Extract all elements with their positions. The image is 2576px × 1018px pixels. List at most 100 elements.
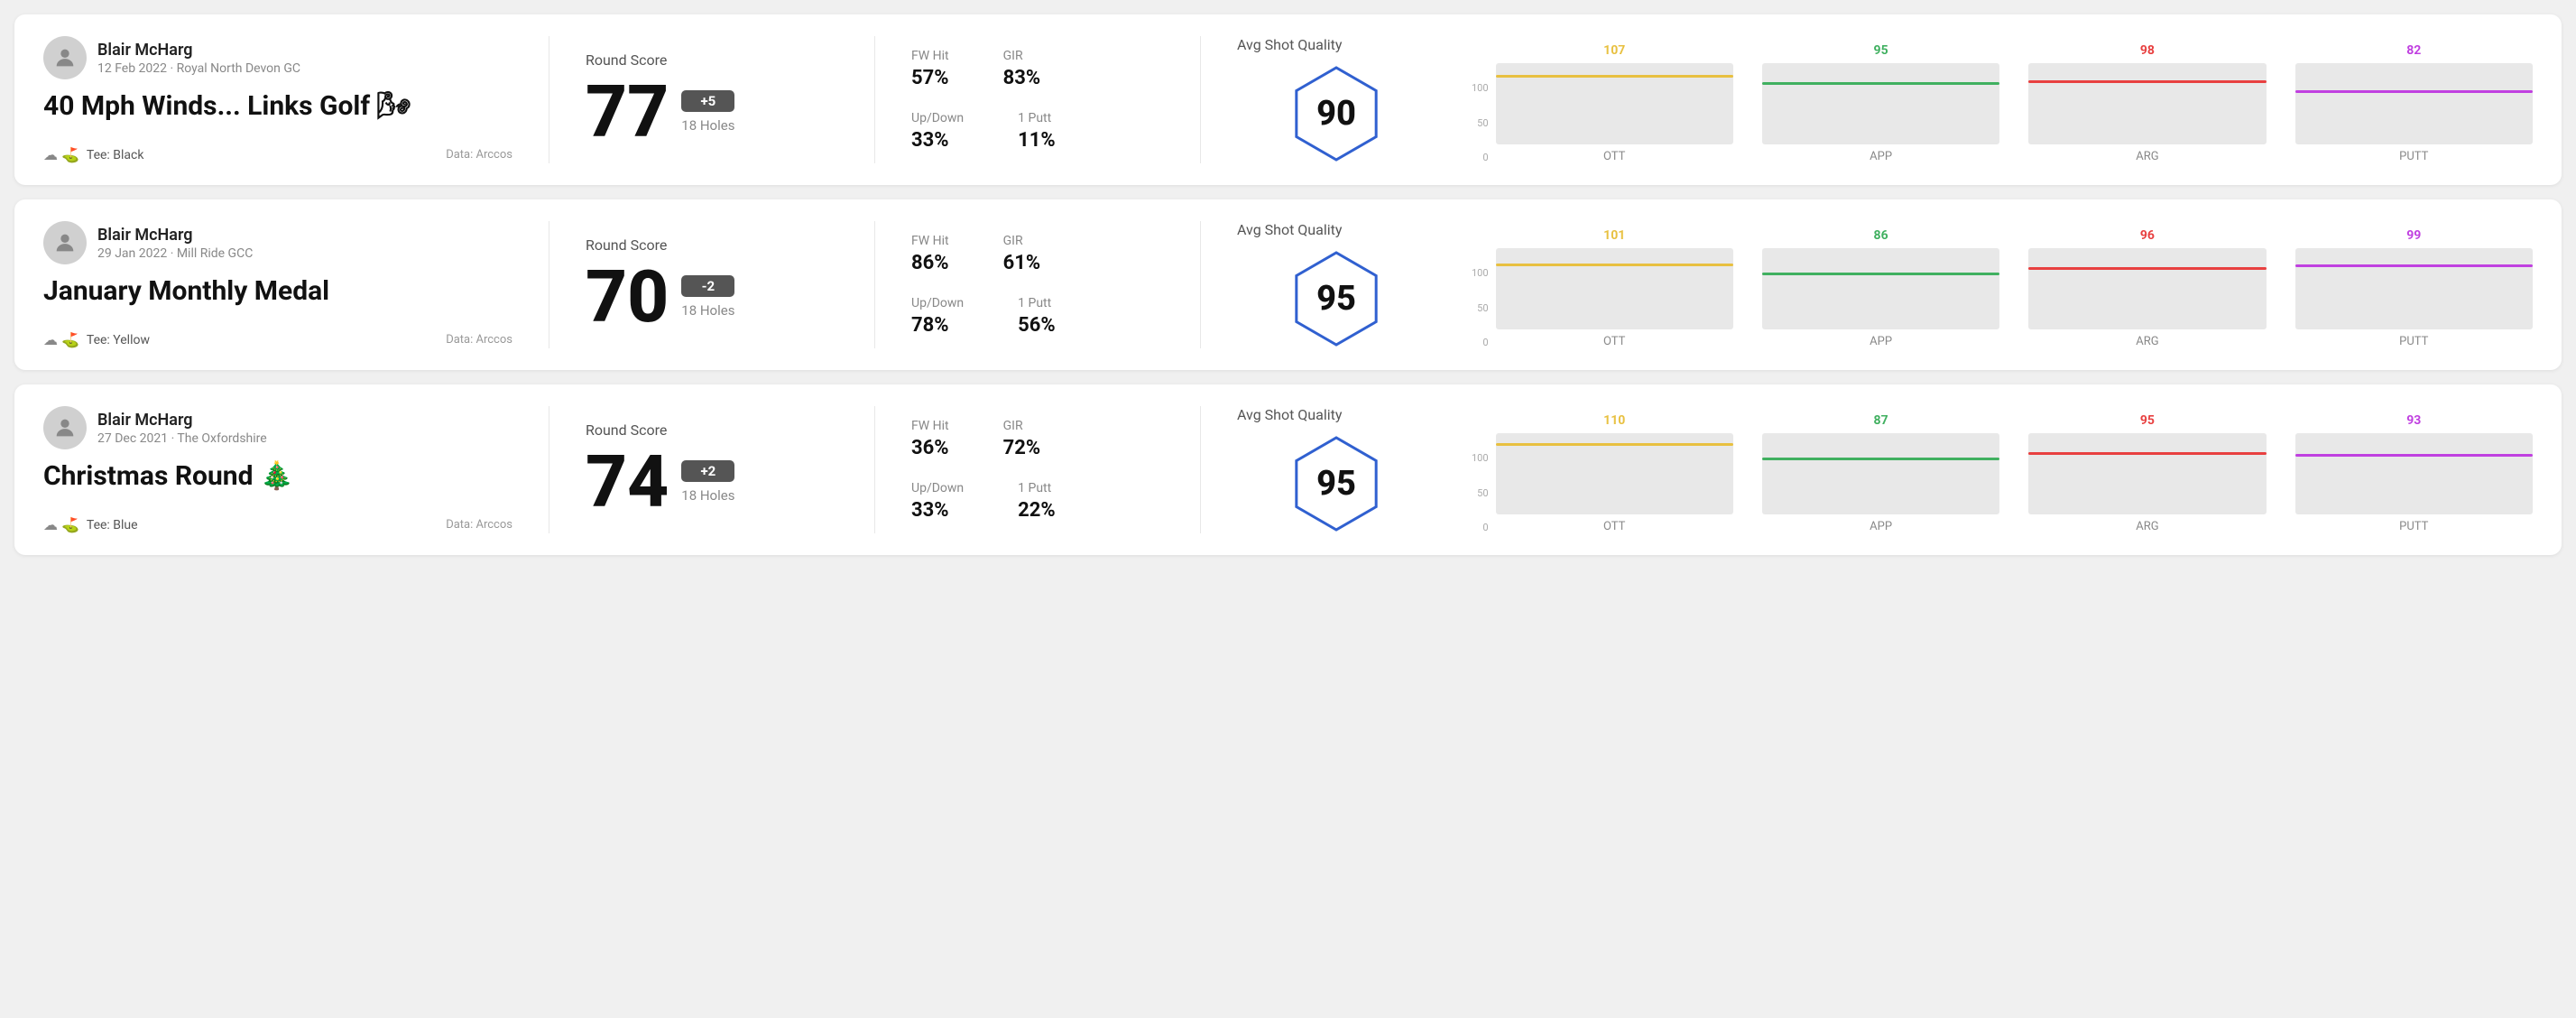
card-footer-round2: ☁ ⛳ Tee: Yellow Data: Arccos bbox=[43, 331, 512, 348]
stats-row-bot-round3: Up/Down 33% 1 Putt 22% bbox=[911, 481, 1164, 522]
oneputt-value-round1: 11% bbox=[1018, 129, 1056, 152]
bar-axis-label-1: APP bbox=[1870, 520, 1892, 533]
updown-label-round3: Up/Down bbox=[911, 481, 964, 495]
bar-container-3: 99 bbox=[2295, 248, 2533, 329]
bar-value-1: 95 bbox=[1874, 43, 1888, 58]
updown-stat-round2: Up/Down 78% bbox=[911, 296, 964, 337]
updown-value-round3: 33% bbox=[911, 499, 964, 522]
oneputt-value-round2: 56% bbox=[1018, 314, 1056, 337]
divider-mid-round3 bbox=[874, 406, 875, 533]
score-row-round1: 77 +5 18 Holes bbox=[586, 76, 838, 148]
holes-text-round3: 18 Holes bbox=[681, 487, 734, 504]
y-axis: 100 50 0 bbox=[1472, 82, 1489, 163]
bar-line-0 bbox=[1496, 443, 1733, 446]
bar-container-3: 93 bbox=[2295, 433, 2533, 514]
card-left-round2: Blair McHarg 29 Jan 2022 · Mill Ride GCC… bbox=[43, 221, 512, 348]
bar-container-0: 110 bbox=[1496, 433, 1733, 514]
bar-axis-label-3: PUTT bbox=[2399, 335, 2428, 348]
bar-group-arg: 96 ARG bbox=[2028, 248, 2266, 348]
gir-stat-round1: GIR 83% bbox=[1003, 49, 1041, 89]
fw-hit-value-round3: 36% bbox=[911, 437, 949, 459]
gir-stat-round3: GIR 72% bbox=[1003, 419, 1041, 459]
score-section-round3: Round Score 74 +2 18 Holes bbox=[586, 406, 838, 533]
user-date-round2: 29 Jan 2022 · Mill Ride GCC bbox=[97, 246, 253, 261]
avatar-icon bbox=[52, 45, 78, 70]
updown-value-round1: 33% bbox=[911, 129, 964, 152]
user-text-round1: Blair McHarg 12 Feb 2022 · Royal North D… bbox=[97, 41, 300, 76]
score-badge-round1: +5 bbox=[681, 90, 734, 112]
score-label-round1: Round Score bbox=[586, 51, 838, 69]
bar-container-1: 95 bbox=[1762, 63, 1999, 144]
fw-hit-label-round3: FW Hit bbox=[911, 419, 949, 433]
chart-section-round1: 100 50 0 107 OTT 95 APP 98 bbox=[1436, 36, 2533, 163]
bar-line-0 bbox=[1496, 264, 1733, 266]
bar-group-ott: 107 OTT bbox=[1496, 63, 1733, 163]
bar-group-putt: 93 PUTT bbox=[2295, 433, 2533, 533]
bar-line-1 bbox=[1762, 273, 1999, 275]
bar-container-2: 96 bbox=[2028, 248, 2266, 329]
stats-row-top-round1: FW Hit 57% GIR 83% bbox=[911, 49, 1164, 89]
score-row-round2: 70 -2 18 Holes bbox=[586, 261, 838, 333]
bar-group-arg: 98 ARG bbox=[2028, 63, 2266, 163]
bar-container-0: 101 bbox=[1496, 248, 1733, 329]
round-card-round2: Blair McHarg 29 Jan 2022 · Mill Ride GCC… bbox=[14, 199, 2562, 370]
score-badge-block-round1: +5 18 Holes bbox=[681, 90, 734, 134]
bar-axis-label-1: APP bbox=[1870, 150, 1892, 163]
stats-row-top-round3: FW Hit 36% GIR 72% bbox=[911, 419, 1164, 459]
oneputt-label-round2: 1 Putt bbox=[1018, 296, 1056, 310]
user-info-round3: Blair McHarg 27 Dec 2021 · The Oxfordshi… bbox=[43, 406, 512, 449]
bar-value-2: 95 bbox=[2140, 413, 2155, 428]
bar-value-3: 93 bbox=[2406, 413, 2421, 428]
fw-hit-value-round2: 86% bbox=[911, 252, 949, 274]
tee-info-round2: ☁ ⛳ Tee: Yellow bbox=[43, 331, 150, 348]
bar-line-1 bbox=[1762, 82, 1999, 85]
divider-mid-round1 bbox=[874, 36, 875, 163]
bar-value-1: 86 bbox=[1874, 228, 1888, 243]
bar-group-app: 87 APP bbox=[1762, 433, 1999, 533]
avatar-icon bbox=[52, 415, 78, 440]
bar-line-3 bbox=[2295, 264, 2533, 267]
gir-label-round3: GIR bbox=[1003, 419, 1041, 433]
bar-container-3: 82 bbox=[2295, 63, 2533, 144]
score-badge-round3: +2 bbox=[681, 460, 734, 482]
y-label-0: 0 bbox=[1472, 522, 1489, 533]
bar-chart: 107 OTT 95 APP 98 ARG bbox=[1496, 37, 2533, 163]
fw-hit-label-round1: FW Hit bbox=[911, 49, 949, 63]
bar-value-3: 99 bbox=[2406, 228, 2421, 243]
fw-hit-value-round1: 57% bbox=[911, 67, 949, 89]
divider-right-round3 bbox=[1200, 406, 1201, 533]
bar-container-1: 86 bbox=[1762, 248, 1999, 329]
oneputt-stat-round1: 1 Putt 11% bbox=[1018, 111, 1056, 152]
gir-value-round2: 61% bbox=[1003, 252, 1041, 274]
score-badge-round2: -2 bbox=[681, 275, 734, 297]
updown-stat-round1: Up/Down 33% bbox=[911, 111, 964, 152]
updown-value-round2: 78% bbox=[911, 314, 964, 337]
quality-section-round2: Avg Shot Quality 95 bbox=[1237, 221, 1436, 348]
chart-wrapper: 100 50 0 107 OTT 95 APP 98 bbox=[1472, 37, 2533, 163]
chart-section-round2: 100 50 0 101 OTT 86 APP 96 bbox=[1436, 221, 2533, 348]
bar-group-putt: 82 PUTT bbox=[2295, 63, 2533, 163]
score-number-round1: 77 bbox=[586, 76, 669, 148]
bar-line-3 bbox=[2295, 454, 2533, 457]
user-info-round1: Blair McHarg 12 Feb 2022 · Royal North D… bbox=[43, 36, 512, 79]
fw-hit-stat-round1: FW Hit 57% bbox=[911, 49, 949, 89]
user-name-round3: Blair McHarg bbox=[97, 411, 267, 430]
score-label-round3: Round Score bbox=[586, 421, 838, 439]
bar-axis-label-0: OTT bbox=[1603, 520, 1625, 533]
y-label-100: 100 bbox=[1472, 267, 1489, 279]
bar-line-2 bbox=[2028, 452, 2266, 455]
bar-axis-label-0: OTT bbox=[1603, 150, 1625, 163]
tee-label-round3: Tee: Blue bbox=[87, 518, 138, 532]
avatar-icon bbox=[52, 230, 78, 255]
divider-mid-round2 bbox=[874, 221, 875, 348]
bar-value-0: 101 bbox=[1603, 228, 1625, 243]
score-label-round2: Round Score bbox=[586, 236, 838, 254]
quality-label-round3: Avg Shot Quality bbox=[1237, 406, 1342, 423]
oneputt-stat-round2: 1 Putt 56% bbox=[1018, 296, 1056, 337]
divider-right-round1 bbox=[1200, 36, 1201, 163]
bar-line-2 bbox=[2028, 80, 2266, 83]
bar-value-2: 96 bbox=[2140, 228, 2155, 243]
card-footer-round3: ☁ ⛳ Tee: Blue Data: Arccos bbox=[43, 516, 512, 533]
avatar-round3 bbox=[43, 406, 87, 449]
user-name-round1: Blair McHarg bbox=[97, 41, 300, 60]
